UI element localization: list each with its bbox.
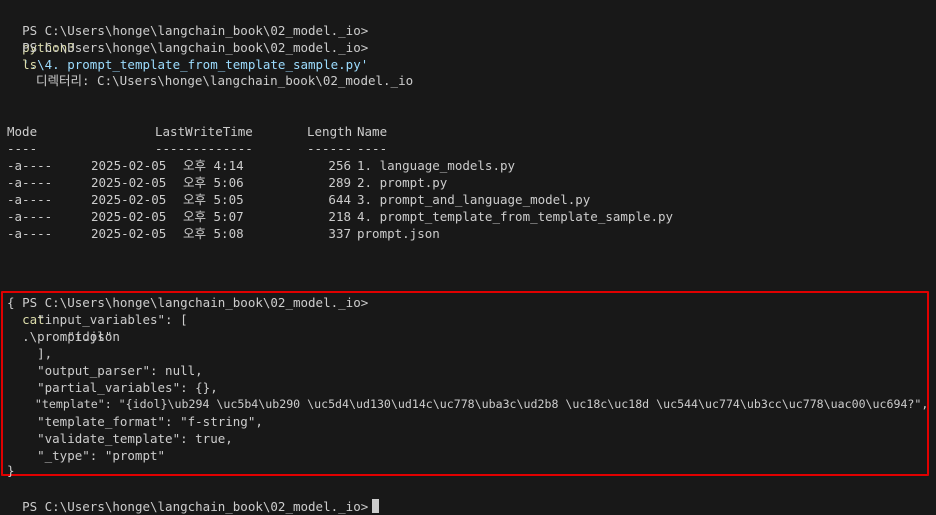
json-line: ], (7, 346, 53, 361)
json-line: "output_parser": null, (7, 363, 203, 378)
command-argument: '.\4. prompt_template_from_template_samp… (22, 57, 369, 72)
row-date: 2025-02-05 (91, 175, 167, 190)
row-name: 2. prompt.py (357, 175, 448, 190)
json-line: "validate_template": true, (7, 431, 233, 446)
row-length: 644 (328, 192, 351, 207)
header-lastwritetime: LastWriteTime (155, 124, 253, 139)
command-line-ls: PS C:\Users\honge\langchain_book\02_mode… (7, 22, 368, 72)
header-mode: Mode (7, 124, 38, 139)
json-line: "template_format": "f-string", (7, 414, 263, 429)
row-name: 3. prompt_and_language_model.py (357, 192, 591, 207)
header-length: Length (307, 124, 353, 139)
shell-prompt: PS C:\Users\honge\langchain_book\02_mode… (22, 40, 369, 55)
json-line: { (7, 295, 15, 310)
row-name: 4. prompt_template_from_template_sample.… (357, 209, 674, 224)
shell-prompt: PS C:\Users\honge\langchain_book\02_mode… (22, 499, 369, 514)
row-name: 1. language_models.py (357, 158, 516, 173)
header-name: Name (357, 124, 388, 139)
row-mode: -a---- (7, 226, 53, 241)
command-line-current[interactable]: PS C:\Users\honge\langchain_book\02_mode… (7, 481, 380, 514)
command-line-python: PS C:\Users\honge\langchain_book\02_mode… (7, 5, 368, 72)
row-time: 오후 5:08 (183, 226, 244, 241)
text-cursor (372, 499, 380, 513)
row-length: 289 (328, 175, 351, 190)
row-time: 오후 4:14 (183, 158, 244, 173)
underline-length: ------ (307, 141, 353, 156)
row-mode: -a---- (7, 209, 53, 224)
row-length: 337 (328, 226, 351, 241)
row-time: 오후 5:07 (183, 209, 244, 224)
row-time: 오후 5:06 (183, 175, 244, 190)
row-mode: -a---- (7, 175, 53, 190)
row-date: 2025-02-05 (91, 226, 167, 241)
underline-name: ---- (357, 141, 388, 156)
row-name: prompt.json (357, 226, 440, 241)
json-line: } (7, 463, 15, 478)
underline-lastwritetime: ------------- (155, 141, 253, 156)
row-date: 2025-02-05 (91, 158, 167, 173)
row-date: 2025-02-05 (91, 192, 167, 207)
json-line: "_type": "prompt" (7, 448, 166, 463)
json-line: "input_variables": [ (7, 312, 188, 327)
row-length: 256 (328, 158, 351, 173)
underline-mode: ---- (7, 141, 38, 156)
row-mode: -a---- (7, 158, 53, 173)
json-line: "idol" (7, 329, 113, 344)
row-mode: -a---- (7, 192, 53, 207)
row-date: 2025-02-05 (91, 209, 167, 224)
json-line: "template": "{idol}\ub294 \uc5b4\ub290 \… (7, 397, 929, 411)
row-time: 오후 5:05 (183, 192, 244, 207)
directory-label: 디렉터리: C:\Users\honge\langchain_book\02_m… (36, 73, 414, 88)
json-line: "partial_variables": {}, (7, 380, 218, 395)
command-name: ls (22, 57, 38, 72)
row-length: 218 (328, 209, 351, 224)
